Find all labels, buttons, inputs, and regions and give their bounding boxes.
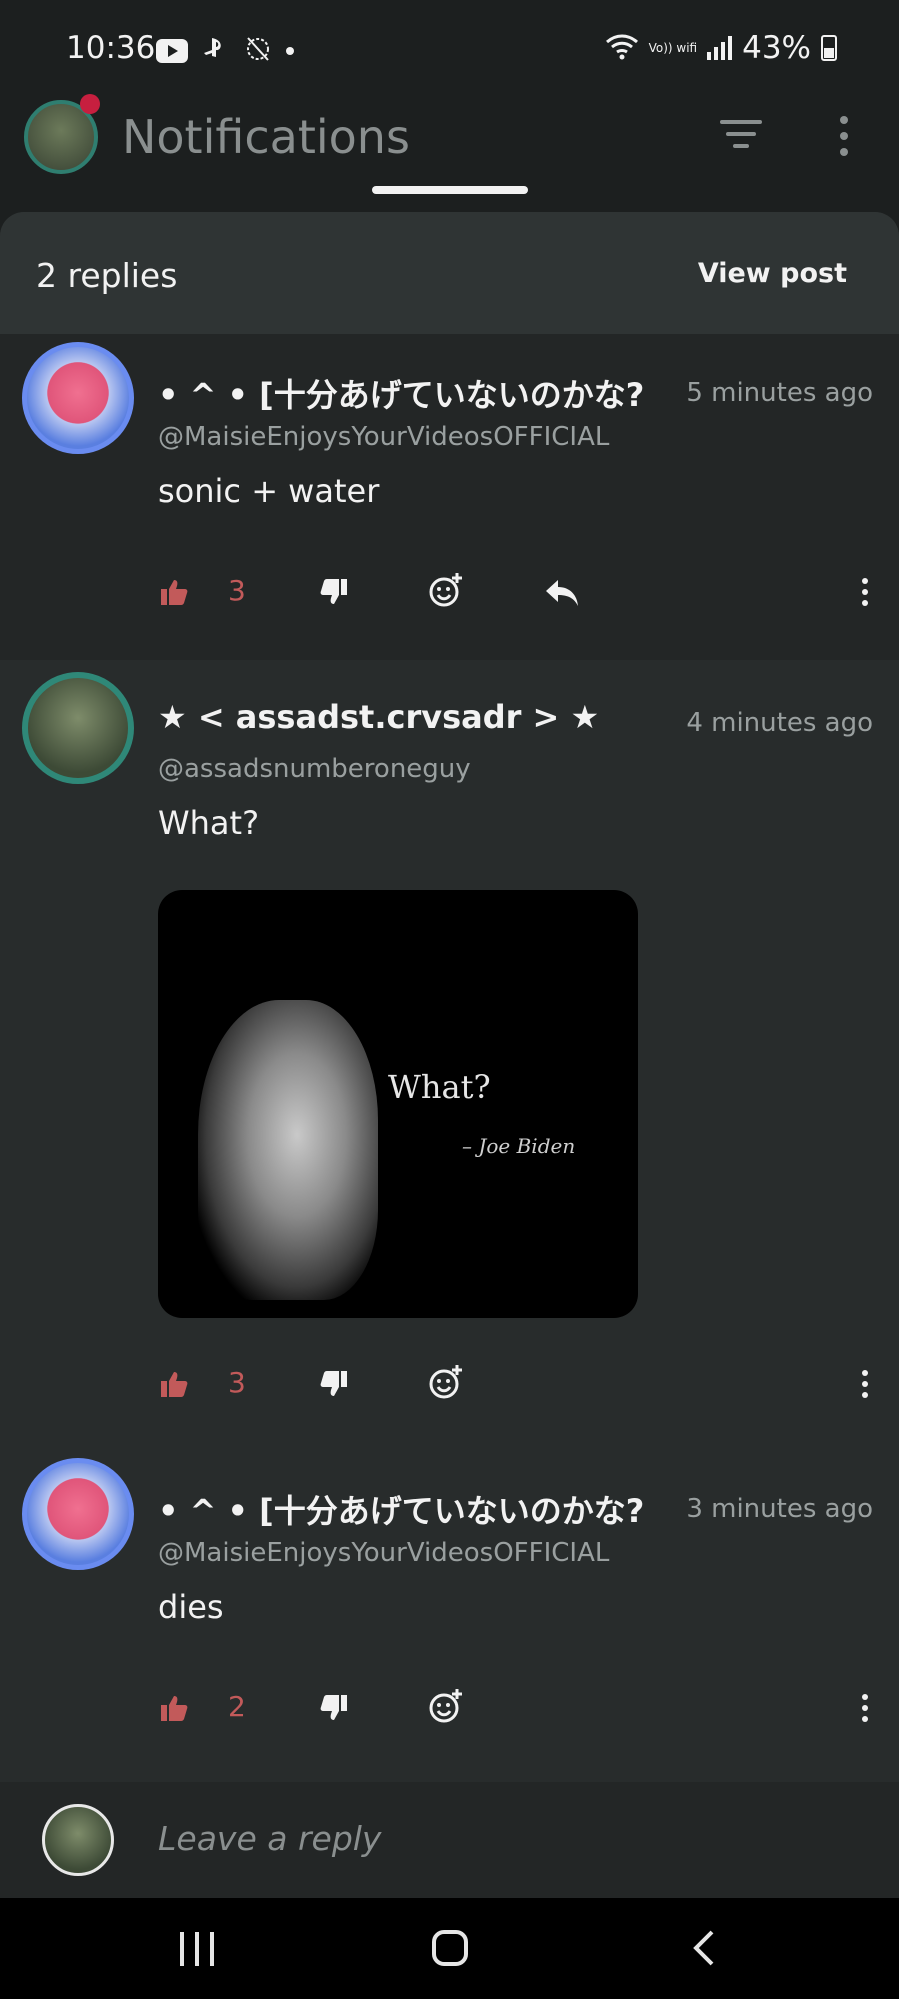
comment-image[interactable]: What? – Joe Biden bbox=[158, 890, 638, 1318]
comment-time: 4 minutes ago bbox=[686, 708, 873, 738]
battery-percent: 43% bbox=[742, 30, 811, 66]
comment-author-name[interactable]: • ^ • [十分あげていないのかな? bbox=[158, 1486, 648, 1532]
image-caption: What? bbox=[388, 1068, 491, 1106]
like-icon[interactable] bbox=[160, 1694, 188, 1722]
add-reaction-icon[interactable] bbox=[428, 572, 464, 608]
like-count: 3 bbox=[228, 574, 246, 607]
comment-actions: 3 bbox=[160, 1365, 870, 1410]
comment-avatar[interactable] bbox=[22, 1458, 134, 1570]
wifi-icon bbox=[605, 32, 639, 64]
sheet-header: 2 replies View post bbox=[0, 212, 899, 334]
status-icons-left bbox=[156, 34, 294, 68]
notification-badge bbox=[80, 94, 100, 114]
comment-more-icon[interactable] bbox=[860, 1370, 870, 1398]
like-count: 2 bbox=[228, 1690, 246, 1723]
dislike-icon[interactable] bbox=[320, 1370, 348, 1398]
dot-icon bbox=[286, 47, 294, 55]
comment-body: What? bbox=[158, 804, 260, 842]
battery-icon bbox=[821, 35, 837, 61]
comment: • ^ • [十分あげていないのかな? 5 minutes ago @Maisi… bbox=[0, 334, 899, 660]
page-title: Notifications bbox=[122, 110, 410, 164]
dislike-icon[interactable] bbox=[320, 578, 348, 606]
comment-actions: 2 bbox=[160, 1689, 870, 1734]
comment-more-icon[interactable] bbox=[860, 578, 870, 606]
comment-time: 3 minutes ago bbox=[686, 1494, 873, 1524]
comment-author-name[interactable]: • ^ • [十分あげていないのかな? bbox=[158, 370, 648, 416]
system-nav-bar bbox=[0, 1898, 899, 1999]
comment-body: dies bbox=[158, 1588, 224, 1626]
comment: • ^ • [十分あげていないのかな? 3 minutes ago @Maisi… bbox=[0, 1448, 899, 1778]
status-time: 10:36 bbox=[66, 30, 156, 66]
filter-icon[interactable] bbox=[720, 120, 762, 154]
comment-body: sonic + water bbox=[158, 472, 380, 510]
add-reaction-icon[interactable] bbox=[428, 1364, 464, 1400]
comment-author-handle[interactable]: @MaisieEnjoysYourVideosOFFICIAL bbox=[158, 422, 609, 452]
comment: ★ < assadst.crvsadr > ★ 4 minutes ago @a… bbox=[0, 660, 899, 1448]
like-icon[interactable] bbox=[160, 578, 188, 606]
alarm-off-icon bbox=[244, 34, 272, 68]
image-credit: – Joe Biden bbox=[462, 1134, 576, 1158]
like-count: 3 bbox=[228, 1366, 246, 1399]
status-bar: 10:36 Vo)) wifi 43% bbox=[0, 0, 899, 100]
back-icon[interactable] bbox=[692, 1930, 716, 1966]
comment-author-handle[interactable]: @assadsnumberoneguy bbox=[158, 754, 471, 784]
comment-avatar[interactable] bbox=[22, 672, 134, 784]
replies-sheet: 2 replies View post • ^ • [十分あげていないのかな? … bbox=[0, 212, 899, 1898]
home-icon[interactable] bbox=[432, 1930, 468, 1966]
comment-actions: 3 bbox=[160, 573, 870, 618]
comment-author-name[interactable]: ★ < assadst.crvsadr > ★ bbox=[158, 698, 648, 736]
reply-input[interactable] bbox=[158, 1812, 838, 1864]
portrait-photo bbox=[198, 1000, 378, 1300]
comment-author-handle[interactable]: @MaisieEnjoysYourVideosOFFICIAL bbox=[158, 1538, 609, 1568]
more-options-icon[interactable] bbox=[836, 116, 852, 156]
dislike-icon[interactable] bbox=[320, 1694, 348, 1722]
sheet-title: 2 replies bbox=[36, 256, 178, 295]
reply-icon[interactable] bbox=[544, 578, 580, 608]
user-avatar bbox=[42, 1804, 114, 1876]
signal-icon bbox=[707, 36, 733, 60]
comment-avatar[interactable] bbox=[22, 342, 134, 454]
like-icon[interactable] bbox=[160, 1370, 188, 1398]
sheet-drag-handle[interactable] bbox=[372, 186, 528, 194]
status-icons-right: Vo)) wifi 43% bbox=[605, 30, 837, 66]
reply-bar bbox=[0, 1782, 899, 1898]
comment-more-icon[interactable] bbox=[860, 1694, 870, 1722]
playstation-icon bbox=[202, 36, 230, 66]
add-reaction-icon[interactable] bbox=[428, 1688, 464, 1724]
view-post-button[interactable]: View post bbox=[698, 258, 847, 289]
youtube-icon bbox=[156, 39, 188, 63]
volte-icon: Vo)) wifi bbox=[648, 41, 698, 55]
comment-time: 5 minutes ago bbox=[686, 378, 873, 408]
recent-apps-icon[interactable] bbox=[180, 1932, 214, 1966]
